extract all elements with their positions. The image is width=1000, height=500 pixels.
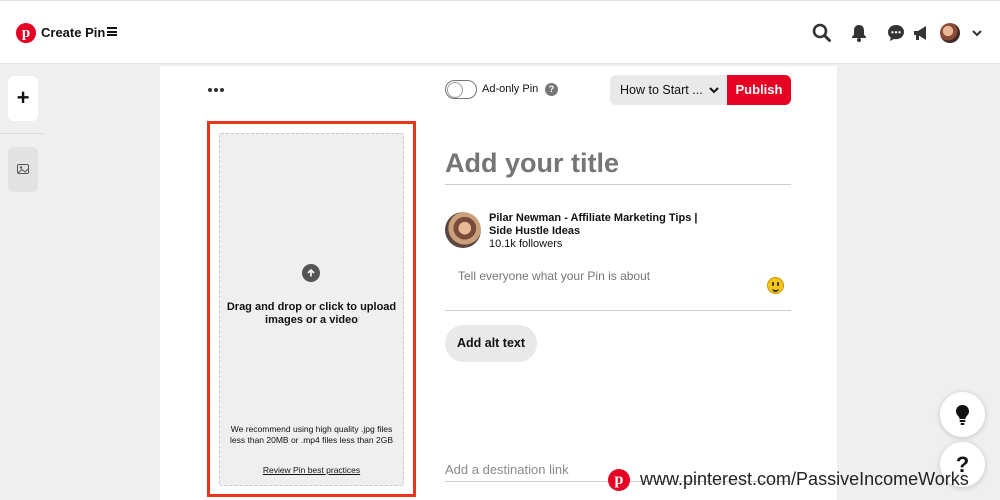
question-icon[interactable]: ? — [545, 83, 558, 96]
menu-icon[interactable] — [107, 27, 117, 36]
search-icon[interactable] — [810, 21, 834, 45]
description-input[interactable] — [458, 268, 758, 284]
plus-icon[interactable]: + — [8, 76, 38, 121]
add-alt-text-button[interactable]: Add alt text — [445, 325, 537, 362]
watermark-logo: p — [608, 469, 630, 491]
title-input[interactable] — [445, 143, 791, 185]
bell-icon[interactable] — [847, 21, 871, 45]
image-icon — [17, 164, 29, 174]
board-select[interactable]: How to Start ... — [610, 75, 727, 105]
description-underline — [445, 310, 791, 311]
rail-divider — [0, 133, 45, 134]
avatar[interactable] — [940, 23, 960, 43]
pinterest-logo[interactable]: p — [16, 23, 36, 43]
upload-arrow-icon — [302, 264, 320, 282]
chevron-down-icon — [709, 87, 719, 94]
author-avatar — [445, 212, 481, 248]
watermark-text: www.pinterest.com/PassiveIncomeWorks — [640, 469, 969, 489]
lightbulb-icon — [956, 405, 969, 425]
upload-instructions: Drag and drop or click to upload images … — [226, 301, 397, 326]
upload-recommendation: We recommend using high quality .jpg fil… — [230, 424, 393, 445]
ad-only-toggle[interactable] — [445, 80, 477, 99]
more-options-icon[interactable] — [208, 87, 224, 93]
author-name: Pilar Newman - Affiliate Marketing Tips … — [489, 212, 698, 237]
ad-only-label: Ad-only Pin — [482, 83, 539, 95]
board-select-value: How to Start ... — [620, 83, 703, 97]
tips-button[interactable] — [940, 392, 985, 437]
top-header: p Create Pin — [0, 0, 1000, 64]
publish-button[interactable]: Publish — [727, 75, 791, 105]
chevron-down-icon[interactable] — [970, 26, 984, 40]
best-practices-link[interactable]: Review Pin best practices — [222, 465, 401, 475]
chat-icon[interactable] — [884, 21, 908, 45]
megaphone-icon[interactable] — [910, 21, 934, 45]
rail-image-button[interactable] — [8, 147, 38, 192]
emoji-icon[interactable] — [767, 277, 784, 294]
author-followers: 10.1k followers — [489, 238, 563, 250]
app-title: Create Pin — [41, 25, 106, 40]
